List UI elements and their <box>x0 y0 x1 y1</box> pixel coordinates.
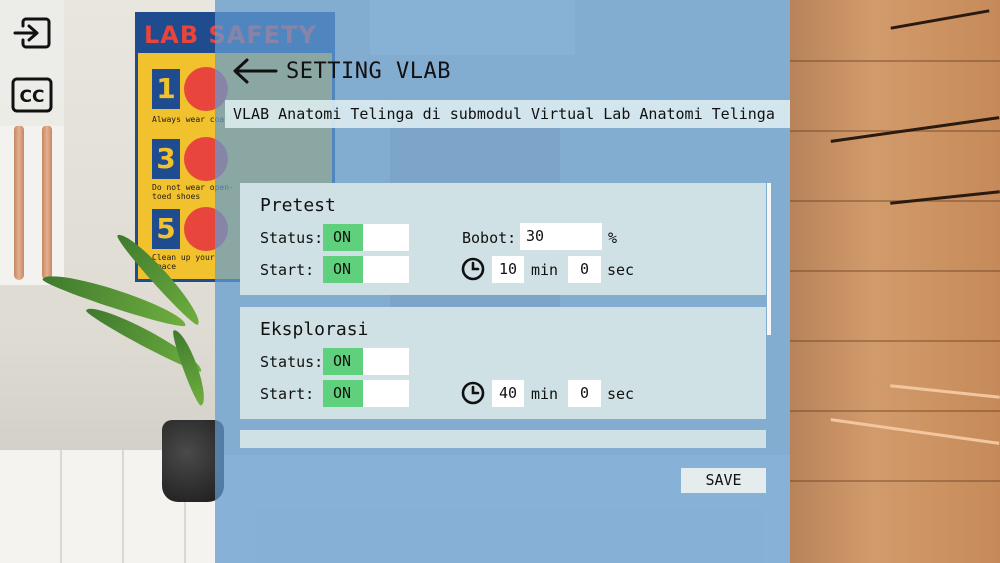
toggle-on-indicator: ON <box>323 256 363 283</box>
bobot-input[interactable]: 30 <box>520 223 602 250</box>
section-title: Pretest <box>260 195 336 216</box>
side-toolbar: CC <box>0 0 64 126</box>
settings-header: SETTING VLAB <box>232 55 451 87</box>
toggle-on-indicator: ON <box>323 380 363 407</box>
sec-label: sec <box>607 385 635 403</box>
bobot-unit: % <box>608 229 618 247</box>
start-toggle[interactable]: ON <box>323 256 409 283</box>
module-subtitle: VLAB Anatomi Telinga di submodul Virtual… <box>233 105 775 123</box>
status-toggle[interactable]: ON <box>323 348 409 375</box>
section-card-next-partial <box>240 430 766 448</box>
cc-icon: CC <box>11 77 53 113</box>
exit-button[interactable] <box>11 14 53 52</box>
seconds-input[interactable]: 0 <box>568 256 601 283</box>
min-label: min <box>531 385 559 403</box>
skeleton-leg <box>42 125 52 280</box>
start-label: Start: <box>260 261 315 279</box>
poster-number: 1 <box>152 69 180 109</box>
closed-caption-button[interactable]: CC <box>11 76 53 114</box>
toggle-on-indicator: ON <box>323 224 363 251</box>
sec-label: sec <box>607 261 635 279</box>
clock-icon <box>461 381 485 405</box>
status-toggle[interactable]: ON <box>323 224 409 251</box>
min-label: min <box>531 261 559 279</box>
save-button[interactable]: SAVE <box>681 468 766 493</box>
minutes-input[interactable]: 10 <box>492 256 524 283</box>
cc-label: CC <box>20 87 45 107</box>
clock-icon <box>461 257 485 281</box>
status-label: Status: <box>260 229 324 247</box>
arrow-left-icon <box>233 58 278 84</box>
seconds-input[interactable]: 0 <box>568 380 601 407</box>
start-toggle[interactable]: ON <box>323 380 409 407</box>
poster-number: 5 <box>152 209 180 249</box>
start-label: Start: <box>260 385 315 403</box>
section-card-eksplorasi: Eksplorasi Status: ON Start: ON 40 min 0… <box>240 307 766 419</box>
exit-icon <box>13 17 51 49</box>
module-subtitle-bar: VLAB Anatomi Telinga di submodul Virtual… <box>225 100 790 128</box>
back-button[interactable] <box>232 56 280 86</box>
skeleton-leg <box>14 125 24 280</box>
poster-number: 3 <box>152 139 180 179</box>
skeleton-display <box>0 125 64 285</box>
settings-list: Pretest Status: ON Start: ON Bobot: 30 %… <box>240 183 767 448</box>
page-title: SETTING VLAB <box>286 58 451 84</box>
bobot-label: Bobot: <box>462 229 517 247</box>
list-scrollbar[interactable] <box>767 183 771 335</box>
toggle-on-indicator: ON <box>323 348 363 375</box>
status-label: Status: <box>260 353 324 371</box>
minutes-input[interactable]: 40 <box>492 380 524 407</box>
wooden-wall <box>790 0 1000 563</box>
section-card-pretest: Pretest Status: ON Start: ON Bobot: 30 %… <box>240 183 766 295</box>
section-title: Eksplorasi <box>260 319 369 340</box>
